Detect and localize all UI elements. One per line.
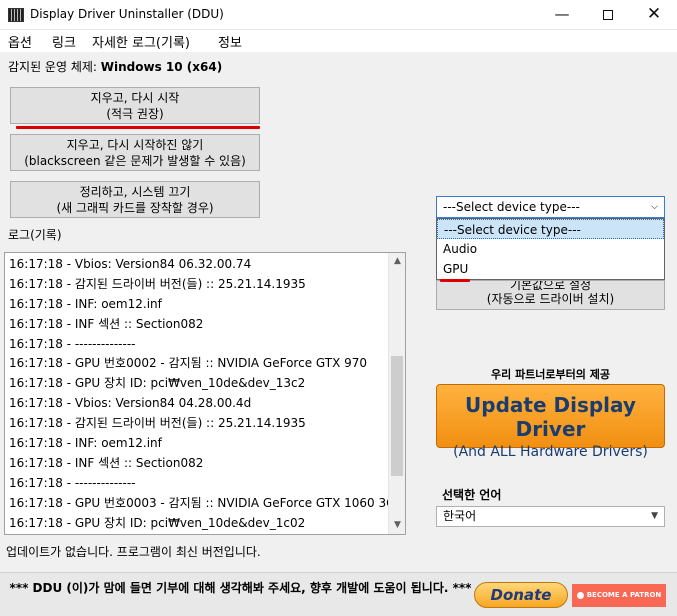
menu-options[interactable]: 옵션 bbox=[8, 32, 32, 51]
chevron-down-icon: ▼ bbox=[651, 511, 658, 521]
become-patron-button[interactable]: BECOME A PATRON bbox=[572, 584, 666, 607]
log-line: 16:17:18 - -------------- bbox=[9, 336, 136, 351]
set-default-sublabel: (자동으로 드라이버 설치) bbox=[486, 292, 615, 306]
device-type-dropdown: ---Select device type--- Audio GPU bbox=[436, 218, 665, 280]
menu-bar: 옵션 링크 자세한 로그(기록) 정보 bbox=[0, 30, 677, 52]
maximize-button[interactable] bbox=[585, 0, 631, 30]
clean-shutdown-button[interactable]: 정리하고, 시스템 끄기 (새 그래픽 카드를 장착할 경우) bbox=[10, 181, 260, 218]
update-driver-ad[interactable]: Update Display Driver (And ALL Hardware … bbox=[436, 384, 665, 460]
log-line: 16:17:18 - -------------- bbox=[9, 475, 136, 490]
set-default-button[interactable]: 기본값으로 설정 (자동으로 드라이버 설치) bbox=[436, 280, 665, 310]
log-line: 16:17:18 - INF 섹션 :: Section082 bbox=[9, 455, 204, 470]
ad-title: Update Display Driver bbox=[465, 393, 636, 441]
log-line: 16:17:18 - 감지된 드라이버 버전(들) :: 25.21.14.19… bbox=[9, 276, 306, 291]
log-list[interactable]: 16:17:18 - Vbios: Version84 06.32.00.74 … bbox=[4, 252, 406, 535]
language-label: 선택한 언어 bbox=[442, 488, 502, 502]
clean-no-restart-button[interactable]: 지우고, 다시 시작하진 않기 (blackscreen 같은 문제가 발생할 … bbox=[10, 134, 260, 171]
clean-shutdown-label: 정리하고, 시스템 끄기 bbox=[79, 185, 191, 199]
log-line: 16:17:18 - GPU 번호0003 - 감지됨 :: NVIDIA Ge… bbox=[9, 495, 404, 510]
log-line: 16:17:18 - INF: oem12.inf bbox=[9, 296, 162, 311]
clean-and-restart-button[interactable]: 지우고, 다시 시작 (적극 권장) bbox=[10, 87, 260, 124]
clean-restart-sublabel: (적극 권장) bbox=[106, 107, 164, 121]
clean-no-restart-sublabel: (blackscreen 같은 문제가 발생할 수 있음) bbox=[24, 154, 246, 168]
close-icon: ✕ bbox=[646, 4, 662, 24]
patron-label: BECOME A PATRON bbox=[586, 591, 662, 599]
log-line: 16:17:18 - Vbios: Version84 06.32.00.74 bbox=[9, 257, 252, 271]
log-line: 16:17:18 - INF: oem12.inf bbox=[9, 436, 162, 451]
log-scrollbar[interactable]: ▲ ▼ bbox=[388, 253, 405, 534]
scroll-up-icon[interactable]: ▲ bbox=[389, 253, 405, 270]
log-line: 16:17:18 - 감지된 드라이버 버전(들) :: 25.21.14.19… bbox=[9, 416, 306, 431]
red-underline-annotation bbox=[16, 126, 260, 129]
scroll-down-icon[interactable]: ▼ bbox=[389, 517, 405, 534]
maximize-icon bbox=[603, 9, 613, 20]
donation-message: *** DDU (이)가 맘에 들면 기부에 대해 생각해봐 주세요, 향후 개… bbox=[9, 581, 472, 595]
minimize-button[interactable]: — bbox=[539, 0, 585, 30]
option-audio[interactable]: Audio bbox=[437, 239, 664, 259]
clean-no-restart-label: 지우고, 다시 시작하진 않기 bbox=[66, 138, 204, 152]
os-value: Windows 10 (x64) bbox=[100, 60, 223, 74]
log-line: 16:17:18 - Vbios: Version84 04.28.00.4d bbox=[9, 396, 252, 411]
detected-os: 감지된 운영 체제: Windows 10 (x64) bbox=[8, 58, 222, 75]
donate-button[interactable]: Donate bbox=[474, 582, 568, 608]
footer: *** DDU (이)가 맘에 들면 기부에 대해 생각해봐 주세요, 향후 개… bbox=[0, 572, 677, 616]
minimize-icon: — bbox=[554, 5, 570, 23]
chevron-down-icon: ⌵ bbox=[651, 202, 658, 212]
window-title: Display Driver Uninstaller (DDU) bbox=[30, 7, 224, 21]
menu-links[interactable]: 링크 bbox=[52, 32, 76, 51]
device-type-value: ---Select device type--- bbox=[443, 200, 580, 214]
clean-restart-label: 지우고, 다시 시작 bbox=[90, 91, 180, 105]
option-gpu[interactable]: GPU bbox=[437, 259, 664, 279]
log-line: 16:17:18 - GPU 장치 ID: pci₩ven_10de&dev_1… bbox=[9, 515, 306, 530]
menu-info[interactable]: 정보 bbox=[218, 32, 242, 51]
partner-label: 우리 파트너로부터의 제공 bbox=[491, 368, 610, 381]
set-default-label: 기본값으로 설정 bbox=[509, 280, 592, 292]
scroll-thumb[interactable] bbox=[391, 356, 403, 476]
language-value: 한국어 bbox=[443, 509, 477, 523]
device-type-select[interactable]: ---Select device type--- ⌵ bbox=[436, 196, 665, 218]
log-label: 로그(기록) bbox=[8, 228, 62, 242]
patreon-icon bbox=[576, 591, 584, 599]
log-line: 16:17:18 - INF 섹션 :: Section082 bbox=[9, 316, 204, 331]
red-underline-annotation bbox=[440, 279, 470, 282]
update-status: 업데이트가 없습니다. 프로그램이 최신 버전입니다. bbox=[6, 545, 261, 559]
os-label: 감지된 운영 체제: bbox=[8, 60, 97, 74]
option-select-device-type[interactable]: ---Select device type--- bbox=[437, 219, 664, 239]
clean-shutdown-sublabel: (새 그래픽 카드를 장착할 경우) bbox=[56, 201, 214, 215]
log-line: 16:17:18 - GPU 번호0002 - 감지됨 :: NVIDIA Ge… bbox=[9, 356, 368, 371]
language-select[interactable]: 한국어 ▼ bbox=[436, 506, 665, 527]
menu-detailed-log[interactable]: 자세한 로그(기록) bbox=[92, 32, 190, 51]
app-icon bbox=[8, 8, 24, 22]
title-bar: Display Driver Uninstaller (DDU) — ✕ bbox=[0, 0, 677, 30]
ad-subtitle: (And ALL Hardware Drivers) bbox=[453, 444, 648, 460]
close-button[interactable]: ✕ bbox=[631, 0, 677, 30]
log-line: 16:17:18 - GPU 장치 ID: pci₩ven_10de&dev_1… bbox=[9, 376, 306, 391]
